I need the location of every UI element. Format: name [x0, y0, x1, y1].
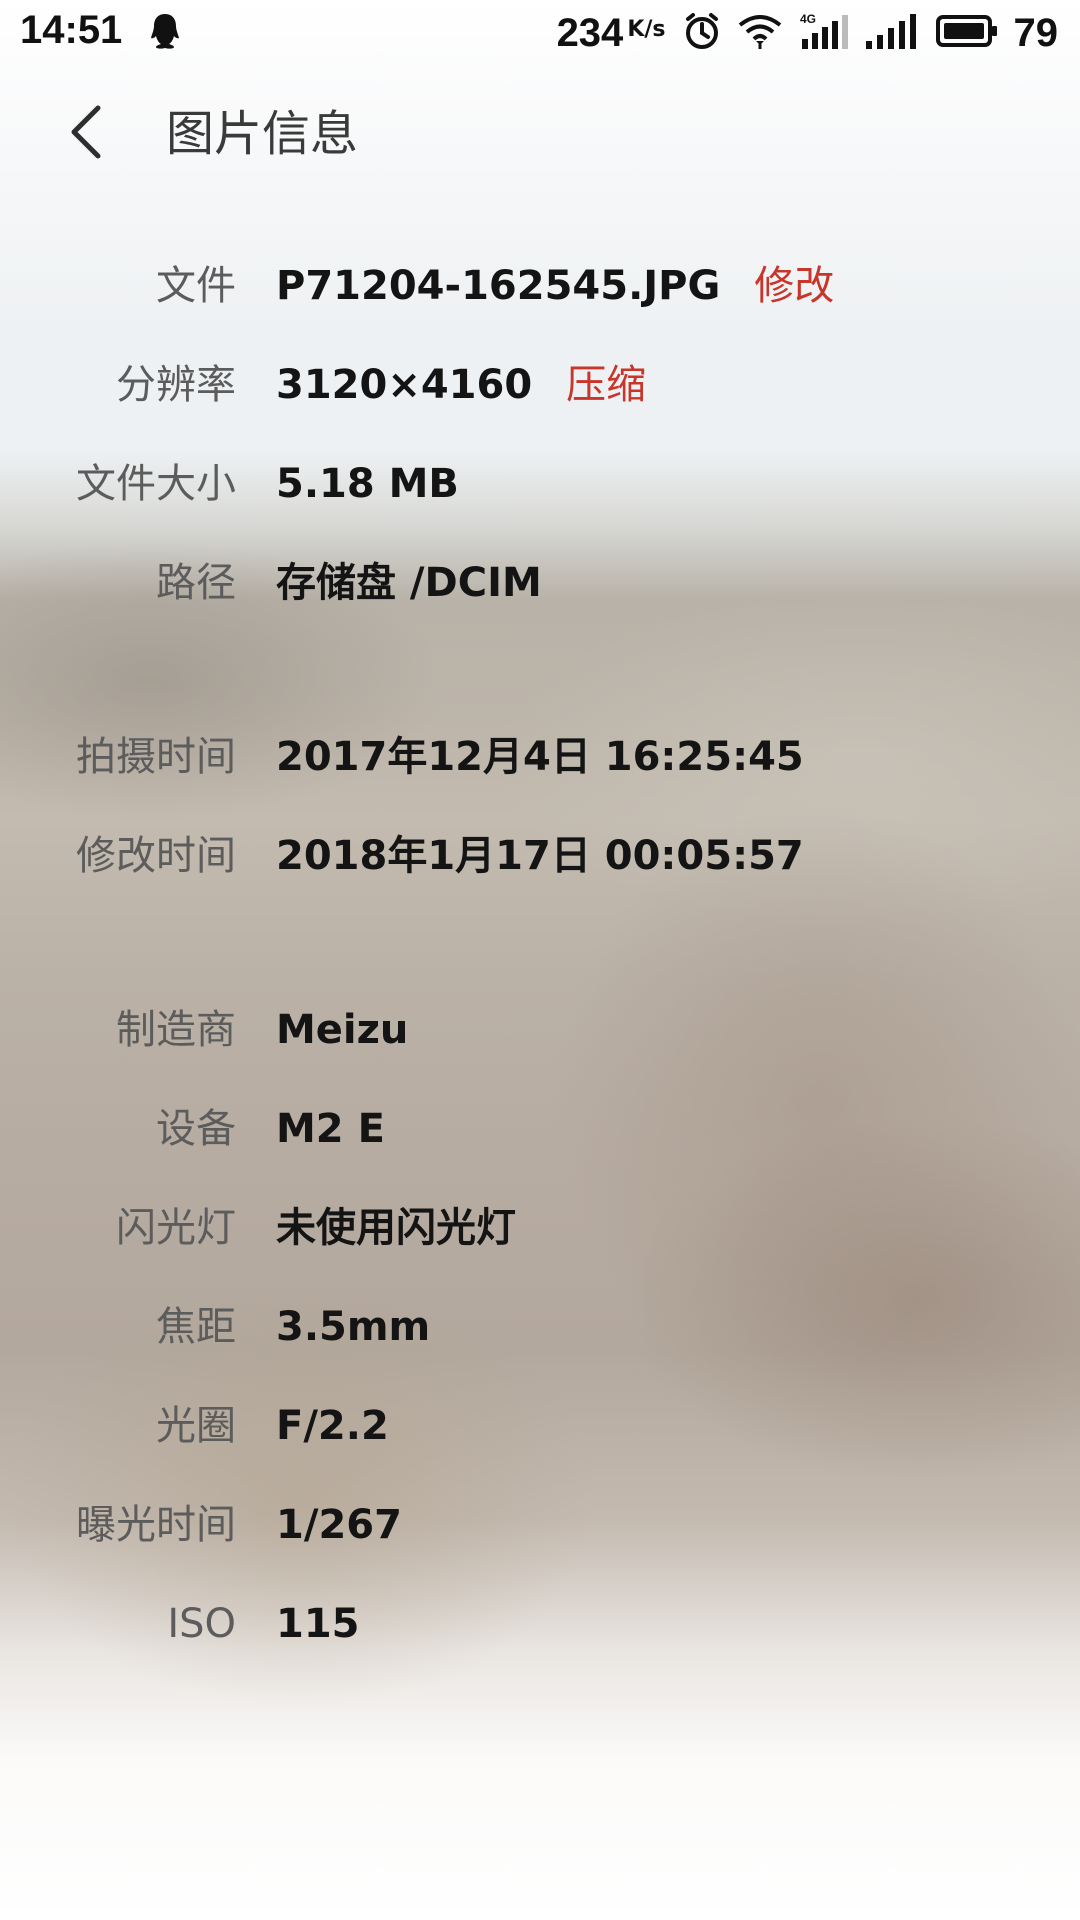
iso-value: 115: [276, 1601, 360, 1647]
page-title: 图片信息: [166, 106, 359, 162]
app-header: 图片信息: [0, 80, 1080, 190]
size-value: 5.18 MB: [276, 461, 459, 507]
aperture-value: F/2.2: [276, 1403, 389, 1449]
info-row-aperture: 光圈 F/2.2: [0, 1391, 1080, 1461]
info-row-maker: 制造商 Meizu: [0, 995, 1080, 1065]
wifi-icon: [738, 13, 782, 53]
4g-signal-icon: 4G: [798, 11, 848, 55]
info-row-focal-length: 焦距 3.5mm: [0, 1292, 1080, 1362]
shot-time-value: 2017年12月4日 16:25:45: [276, 734, 804, 780]
info-row-iso: ISO 115: [0, 1589, 1080, 1659]
qq-notification-icon: [148, 12, 182, 50]
device-value: M2 E: [276, 1106, 385, 1152]
chevron-left-icon: [66, 104, 106, 164]
focal-length-value: 3.5mm: [276, 1304, 431, 1350]
info-row-resolution: 分辨率 3120×4160 压缩: [0, 350, 1080, 420]
rename-button[interactable]: 修改: [754, 251, 834, 321]
path-value: 存储盘 /DCIM: [276, 560, 542, 606]
exposure-value: 1/267: [276, 1502, 402, 1548]
battery-percent: 79: [1013, 10, 1059, 55]
info-row-device: 设备 M2 E: [0, 1094, 1080, 1164]
status-bar: 14:51 234 K/s 4G 79: [0, 0, 1080, 64]
info-row-size: 文件大小 5.18 MB: [0, 449, 1080, 519]
status-time: 14:51: [20, 8, 123, 52]
net-speed: 234 K/s: [557, 11, 666, 56]
info-row-flash: 闪光灯 未使用闪光灯: [0, 1193, 1080, 1263]
info-row-shot-time: 拍摄时间 2017年12月4日 16:25:45: [0, 722, 1080, 792]
path-label: 路径: [156, 560, 236, 606]
compress-button[interactable]: 压缩: [566, 350, 646, 420]
status-right-group: 234 K/s 4G 79: [557, 8, 1058, 58]
file-value-group: P71204-162545.JPG 修改: [276, 251, 834, 321]
battery-icon: [935, 14, 998, 52]
exposure-label: 曝光时间: [76, 1502, 236, 1548]
resolution-value: 3120×4160: [276, 362, 533, 408]
info-row-exposure: 曝光时间 1/267: [0, 1490, 1080, 1560]
alarm-icon: [682, 11, 722, 55]
size-label: 文件大小: [76, 461, 236, 507]
resolution-label: 分辨率: [116, 362, 236, 408]
svg-text:4G: 4G: [800, 12, 816, 26]
maker-label: 制造商: [116, 1007, 236, 1053]
flash-label: 闪光灯: [116, 1205, 236, 1251]
focal-length-label: 焦距: [156, 1304, 236, 1350]
info-row-file: 文件 P71204-162545.JPG 修改: [0, 251, 1080, 321]
info-row-path: 路径 存储盘 /DCIM: [0, 548, 1080, 618]
file-label: 文件: [156, 263, 236, 309]
signal-icon: [864, 11, 920, 55]
modified-time-value: 2018年1月17日 00:05:57: [276, 833, 804, 879]
device-label: 设备: [156, 1106, 236, 1152]
resolution-value-group: 3120×4160 压缩: [276, 350, 646, 420]
shot-time-label: 拍摄时间: [76, 734, 236, 780]
back-button[interactable]: [56, 102, 116, 166]
modified-time-label: 修改时间: [76, 833, 236, 879]
flash-value: 未使用闪光灯: [276, 1205, 516, 1251]
net-speed-value: 234: [556, 10, 624, 55]
net-speed-unit: K/s: [627, 16, 666, 42]
info-row-modified-time: 修改时间 2018年1月17日 00:05:57: [0, 821, 1080, 891]
maker-value: Meizu: [276, 1007, 409, 1053]
file-name: P71204-162545.JPG: [276, 263, 721, 309]
aperture-label: 光圈: [156, 1403, 236, 1449]
iso-label: ISO: [167, 1601, 236, 1647]
